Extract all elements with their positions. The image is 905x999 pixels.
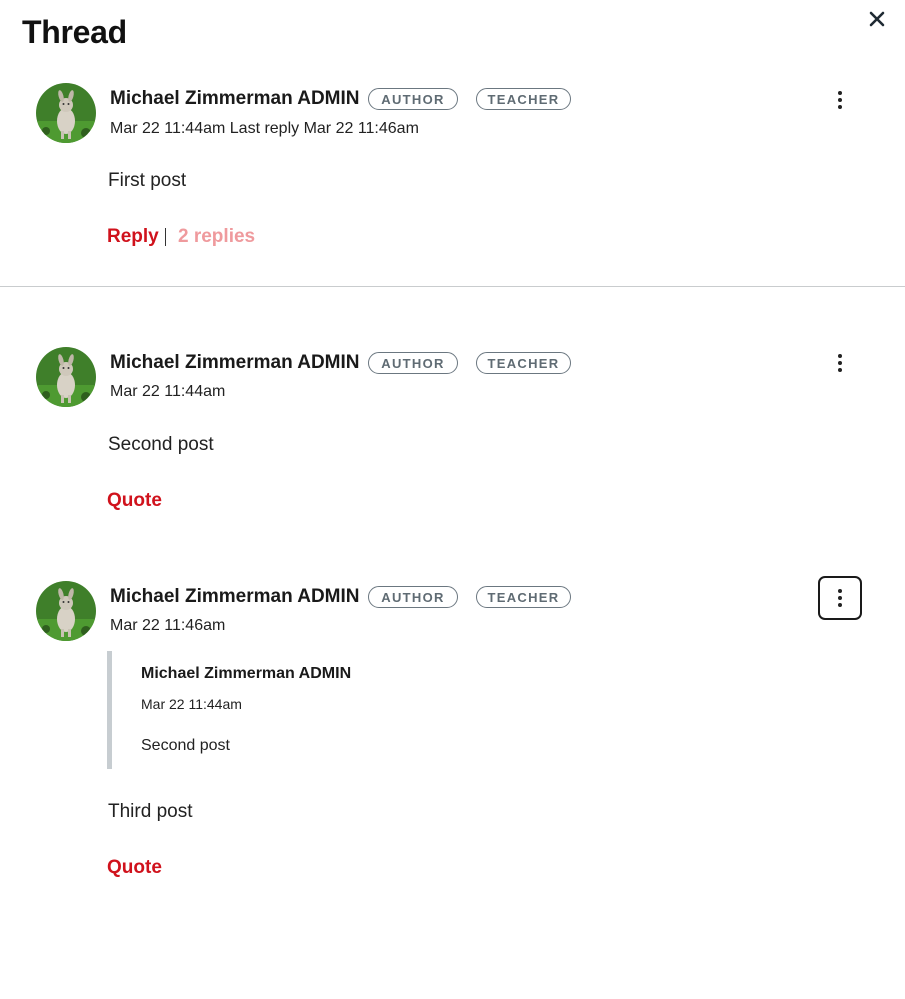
post-message: Third post — [108, 801, 193, 822]
quote-link[interactable]: Quote — [107, 857, 162, 879]
more-vertical-icon — [838, 91, 842, 109]
post-options-button[interactable] — [818, 78, 862, 122]
tray-title: Thread — [22, 14, 127, 50]
close-icon — [869, 11, 885, 27]
more-vertical-icon — [838, 589, 842, 607]
post-message: Second post — [108, 434, 214, 455]
avatar[interactable] — [36, 581, 96, 641]
author-badge: AUTHOR — [368, 88, 458, 110]
avatar[interactable] — [36, 347, 96, 407]
post-options-button[interactable] — [818, 576, 862, 620]
replies-count-link[interactable]: 2 replies — [178, 226, 255, 248]
author-name[interactable]: Michael Zimmerman ADMIN — [110, 352, 360, 374]
post-timestamp: Mar 22 11:44am — [110, 383, 226, 400]
quote-bar — [107, 651, 112, 769]
post-timestamp: Mar 22 11:46am — [110, 617, 226, 634]
avatar[interactable] — [36, 83, 96, 143]
thread-divider — [0, 286, 905, 287]
more-vertical-icon — [838, 354, 842, 372]
teacher-badge: TEACHER — [476, 88, 571, 110]
author-name[interactable]: Michael Zimmerman ADMIN — [110, 586, 360, 608]
author-name[interactable]: Michael Zimmerman ADMIN — [110, 88, 360, 110]
post-options-button[interactable] — [818, 341, 862, 385]
quoted-text: Second post — [141, 737, 230, 754]
author-badge: AUTHOR — [368, 586, 458, 608]
post-message: First post — [108, 170, 187, 191]
quote-link[interactable]: Quote — [107, 490, 162, 512]
close-button[interactable] — [864, 6, 890, 32]
action-separator — [165, 228, 166, 246]
reply-link[interactable]: Reply — [107, 226, 159, 248]
teacher-badge: TEACHER — [476, 352, 571, 374]
author-badge: AUTHOR — [368, 352, 458, 374]
quoted-timestamp: Mar 22 11:44am — [141, 696, 242, 712]
quoted-author: Michael Zimmerman ADMIN — [141, 665, 352, 682]
teacher-badge: TEACHER — [476, 586, 571, 608]
thread-tray: Thread Michael Zimmerman ADMIN AUTHOR TE… — [0, 0, 905, 999]
post-timestamp: Mar 22 11:44am Last reply Mar 22 11:46am — [110, 120, 419, 137]
quoted-message: Michael Zimmerman ADMIN Mar 22 11:44am S… — [107, 651, 707, 769]
